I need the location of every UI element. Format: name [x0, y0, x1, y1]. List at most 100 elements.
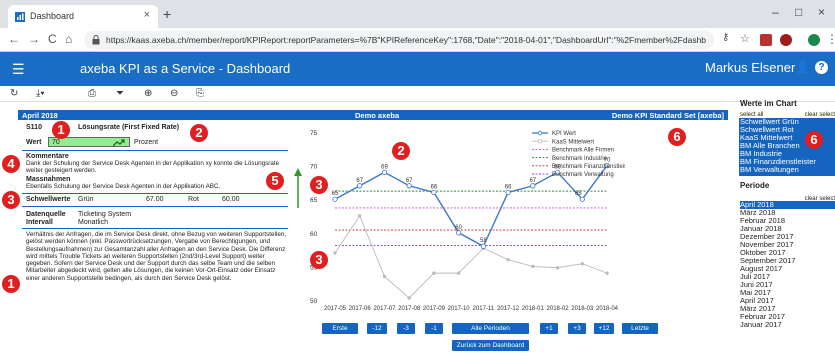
period-item[interactable]: März 2017 — [740, 305, 835, 313]
refresh-icon[interactable]: ↻ — [10, 88, 18, 99]
maximize-button[interactable]: □ — [795, 5, 802, 19]
data-label: 66 — [431, 184, 438, 190]
series-line — [334, 215, 608, 299]
y-tick-label: 65 — [310, 197, 318, 204]
period-item[interactable]: Mai 2017 — [740, 289, 835, 297]
minus-1-button[interactable]: -1 — [425, 323, 443, 334]
browser-tab[interactable]: Dashboard × — [8, 5, 158, 28]
period-item[interactable]: Juni 2017 — [740, 281, 835, 289]
plus-3-button[interactable]: +3 — [568, 323, 586, 334]
data-point — [580, 262, 584, 266]
werte-item[interactable]: Schwellwert Rot — [740, 126, 835, 134]
data-point — [456, 271, 461, 275]
help-icon[interactable]: ? — [815, 61, 828, 74]
period-item[interactable]: November 2017 — [740, 241, 835, 249]
reload-icon[interactable]: C — [48, 32, 57, 46]
report-toolbar: ↻ ⤓▾ ⎙ ⏷ ⊕ ⊖ ⎘ — [0, 86, 835, 102]
star-icon[interactable]: ☆ — [740, 32, 750, 45]
x-tick-label: 2018-02 — [547, 306, 570, 312]
period-item[interactable]: Dezember 2017 — [740, 233, 835, 241]
browser-tab-bar: Dashboard × + – □ × — [0, 0, 835, 28]
period-item[interactable]: April 2017 — [740, 297, 835, 305]
key-icon[interactable]: ⚷ — [722, 32, 729, 43]
data-point — [432, 271, 436, 275]
schwellwerte-label: Schwellwerte — [26, 196, 71, 203]
filter-icon[interactable]: ⏷ — [116, 88, 124, 99]
werte-item[interactable]: Schwellwert Grün — [740, 118, 835, 126]
plus-1-button[interactable]: +1 — [540, 323, 558, 334]
period-item[interactable]: August 2017 — [740, 265, 835, 273]
forward-arrow-icon[interactable]: → — [28, 32, 40, 46]
download-icon[interactable]: ⤓▾ — [36, 88, 45, 99]
new-tab-button[interactable]: + — [163, 6, 171, 22]
divider — [22, 193, 288, 194]
x-tick-label: 2018-01 — [522, 306, 545, 312]
period-item[interactable]: Februar 2017 — [740, 313, 835, 321]
annotation-badge: 5 — [266, 172, 284, 190]
window-close-button[interactable]: × — [818, 5, 825, 19]
annotation-badge: 1 — [2, 275, 20, 293]
minus-12-button[interactable]: -12 — [367, 323, 387, 334]
werte-item[interactable]: BM Industrie — [740, 150, 835, 158]
period-item[interactable]: März 2018 — [740, 209, 835, 217]
hamburger-menu-icon[interactable]: ☰ — [12, 61, 25, 78]
app-header: ☰ axeba KPI as a Service - Dashboard Mar… — [0, 52, 835, 86]
legend-label: Benchmark Verwaltung — [552, 172, 614, 178]
export-icon[interactable]: ⎘ — [196, 88, 204, 99]
period-item[interactable]: Februar 2018 — [740, 217, 835, 225]
period-item[interactable]: September 2017 — [740, 257, 835, 265]
y-tick-label: 70 — [310, 164, 318, 171]
url-field[interactable]: https://kaas.axeba.ch/member/report/KPIR… — [84, 31, 714, 49]
user-name[interactable]: Markus Elsener — [705, 60, 795, 75]
period-item[interactable]: Juli 2017 — [740, 273, 835, 281]
home-icon[interactable]: ⌂ — [65, 32, 72, 46]
kpi-unit: Prozent — [134, 139, 159, 146]
shield-extension-icon[interactable] — [780, 34, 792, 46]
back-arrow-icon[interactable]: ← — [8, 32, 20, 46]
legend-label: Benchmark Industrie — [552, 156, 608, 162]
werte-listbox[interactable]: Schwellwert Grün Schwellwert Rot KaaS Mi… — [739, 118, 835, 176]
werte-item[interactable]: BM Verwaltungen — [740, 166, 835, 174]
zoom-in-icon[interactable]: ⊕ — [144, 88, 152, 99]
kpi-line-chart: 757065605550 2017-05 2017-06 2017-07 2017-0… — [310, 130, 625, 312]
extension-icon[interactable] — [760, 34, 772, 46]
data-point — [505, 189, 511, 196]
data-point — [431, 189, 437, 196]
period-item[interactable]: Oktober 2017 — [740, 249, 835, 257]
werte-item[interactable]: BM Finanzdienstleister — [740, 158, 835, 166]
period-item[interactable]: April 2018 — [740, 201, 835, 209]
x-tick-label: 2017-06 — [349, 306, 372, 312]
werte-title: Werte im Chart — [740, 100, 797, 108]
more-menu-icon[interactable]: ⋮ — [826, 32, 835, 46]
period-item[interactable]: Januar 2018 — [740, 225, 835, 233]
minus-3-button[interactable]: -3 — [397, 323, 415, 334]
periode-title: Periode — [740, 182, 770, 190]
wert-label: Wert — [26, 139, 42, 146]
first-period-button[interactable]: Erste — [322, 323, 358, 334]
datenquelle-label: Datenquelle — [26, 211, 66, 218]
annotation-badge: 3 — [310, 176, 328, 194]
print-icon[interactable]: ⎙ — [88, 88, 96, 99]
data-label: 58 — [480, 238, 487, 244]
last-period-button[interactable]: Letzte — [622, 323, 658, 334]
data-label: 65 — [332, 191, 339, 197]
x-tick-label: 2017-09 — [423, 306, 446, 312]
user-icon[interactable]: 👤 — [795, 60, 810, 74]
period-item[interactable]: Januar 2017 — [740, 321, 835, 329]
tab-close-icon[interactable]: × — [144, 9, 150, 21]
back-to-dashboard-button[interactable]: Zurück zum Dashboard — [452, 340, 529, 351]
data-point — [480, 243, 486, 249]
report-title-bar: April 2018 Demo axeba Demo KPI Standard … — [18, 110, 728, 120]
plus-12-button[interactable]: +12 — [594, 323, 614, 334]
url-text: https://kaas.axeba.ch/member/report/KPIR… — [106, 35, 706, 45]
x-tick-label: 2018-04 — [596, 306, 619, 312]
zoom-out-icon[interactable]: ⊖ — [170, 88, 178, 99]
profile-avatar[interactable] — [808, 34, 820, 46]
minimize-button[interactable]: – — [772, 5, 779, 19]
data-label: 69 — [381, 164, 388, 170]
period-listbox[interactable]: April 2018 März 2018 Februar 2018 Januar 20… — [739, 201, 835, 331]
kpi-description: Verhältnis der Anfragen, die im Service … — [26, 231, 287, 282]
x-tick-label: 2017-11 — [473, 306, 495, 312]
all-periods-button[interactable]: Alle Perioden — [452, 323, 529, 334]
lock-icon — [92, 35, 100, 45]
